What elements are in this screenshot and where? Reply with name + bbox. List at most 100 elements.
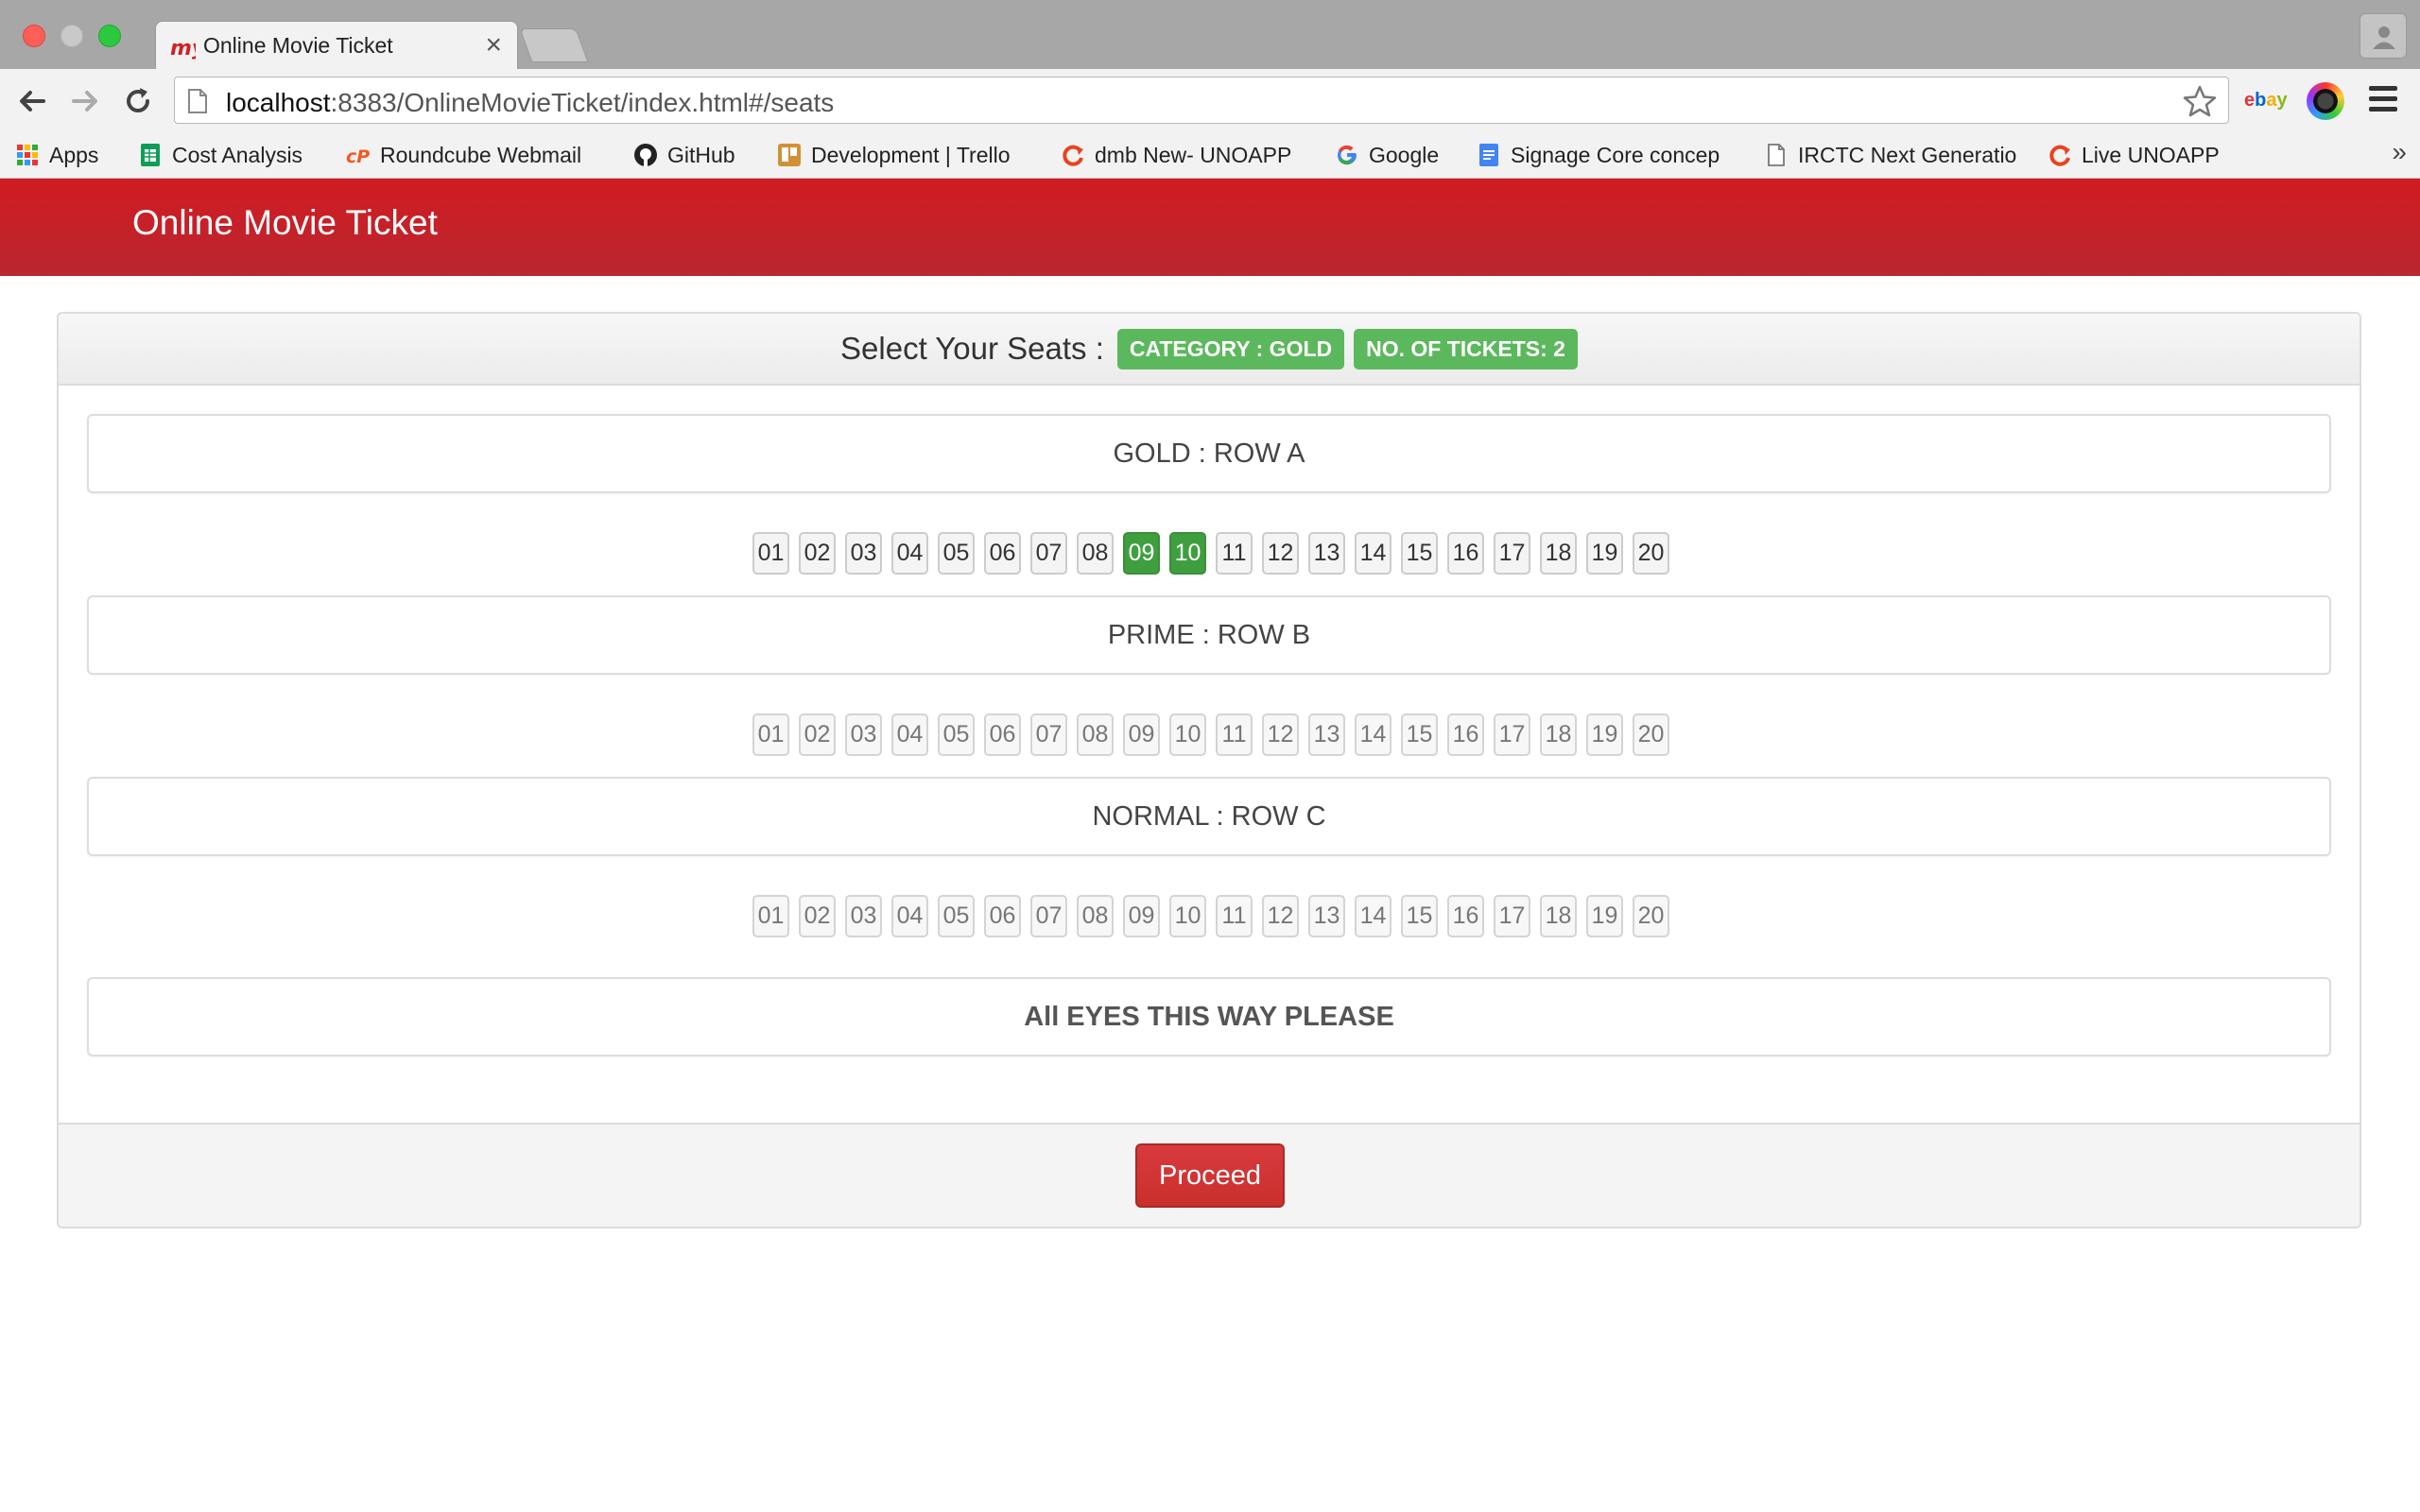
seat-button[interactable]: 17: [1494, 713, 1530, 756]
tab-close-icon[interactable]: ×: [485, 29, 502, 61]
address-bar[interactable]: localhost:8383/OnlineMovieTicket/index.h…: [174, 77, 2229, 124]
tickets-badge: NO. OF TICKETS: 2: [1354, 328, 1578, 369]
seat-button[interactable]: 13: [1308, 713, 1345, 756]
seat-button[interactable]: 08: [1077, 895, 1114, 937]
seat-button[interactable]: 03: [845, 532, 882, 575]
profile-button[interactable]: [2360, 13, 2407, 59]
seat-button[interactable]: 19: [1586, 532, 1623, 575]
seat-button[interactable]: 05: [938, 532, 975, 575]
seat-button[interactable]: 04: [891, 532, 928, 575]
seat-button[interactable]: 11: [1216, 895, 1253, 937]
seat-button[interactable]: 17: [1494, 895, 1530, 937]
url-text: localhost:8383/OnlineMovieTicket/index.h…: [226, 88, 834, 118]
seat-button[interactable]: 02: [799, 532, 836, 575]
seat-button[interactable]: 06: [984, 713, 1021, 756]
browser-tab-active[interactable]: my Online Movie Ticket ×: [155, 21, 518, 70]
seat-row-gold: 01 02 03 04 05 06 07 08 09 10 11 12 13 14 15 16 17 18 19 20: [59, 532, 2360, 575]
url-path: :8383/OnlineMovieTicket/index.html#/seat…: [330, 88, 835, 117]
seat-button[interactable]: 01: [752, 532, 789, 575]
seat-button[interactable]: 01: [752, 713, 789, 756]
seat-button[interactable]: 14: [1355, 532, 1392, 575]
seat-button[interactable]: 16: [1447, 895, 1484, 937]
seat-button[interactable]: 11: [1216, 713, 1253, 756]
seat-button[interactable]: 06: [984, 895, 1021, 937]
color-extension-icon[interactable]: [2307, 82, 2344, 120]
seat-button[interactable]: 12: [1262, 895, 1299, 937]
proceed-button[interactable]: Proceed: [1135, 1143, 1285, 1208]
chrome-menu-icon[interactable]: [2369, 86, 2397, 117]
seat-button[interactable]: 09: [1123, 713, 1160, 756]
bookmark-google[interactable]: Google: [1335, 139, 1439, 171]
seat-button[interactable]: 18: [1540, 532, 1577, 575]
seat-button[interactable]: 14: [1355, 713, 1392, 756]
new-tab-button[interactable]: [519, 28, 589, 62]
reload-icon[interactable]: [119, 82, 157, 120]
bookmark-live-unoapp[interactable]: Live UNOAPP: [2048, 139, 2220, 171]
browser-chrome: my Online Movie Ticket × loca: [0, 0, 2420, 179]
bookmark-cost-analysis[interactable]: Cost Analysis: [138, 139, 302, 171]
seat-button[interactable]: 19: [1586, 895, 1623, 937]
bookmark-dmb-unoapp[interactable]: dmb New- UNOAPP: [1061, 139, 1291, 171]
seat-button[interactable]: 16: [1447, 532, 1484, 575]
seat-button[interactable]: 19: [1586, 713, 1623, 756]
seat-button[interactable]: 20: [1633, 532, 1669, 575]
seat-button[interactable]: 03: [845, 895, 882, 937]
seat-button[interactable]: 12: [1262, 532, 1299, 575]
seat-button[interactable]: 08: [1077, 713, 1114, 756]
bookmark-github[interactable]: GitHub: [633, 139, 735, 171]
seat-button[interactable]: 05: [938, 713, 975, 756]
back-arrow-icon[interactable]: [13, 82, 51, 120]
seat-button[interactable]: 07: [1030, 713, 1067, 756]
row-label-gold: GOLD : ROW A: [87, 414, 2331, 493]
bookmark-roundcube[interactable]: cP Roundcube Webmail: [346, 139, 597, 171]
seat-button[interactable]: 10: [1169, 532, 1206, 575]
seat-button[interactable]: 02: [799, 713, 836, 756]
seat-button[interactable]: 04: [891, 713, 928, 756]
seat-button[interactable]: 15: [1401, 895, 1438, 937]
seat-button[interactable]: 18: [1540, 713, 1577, 756]
seat-button[interactable]: 17: [1494, 532, 1530, 575]
seat-button[interactable]: 07: [1030, 532, 1067, 575]
page-icon: [188, 89, 207, 113]
bookmark-label: GitHub: [667, 142, 735, 167]
seat-button[interactable]: 13: [1308, 895, 1345, 937]
row-label-prime: PRIME : ROW B: [87, 595, 2331, 675]
bookmark-star-icon[interactable]: [2183, 85, 2217, 117]
seat-button[interactable]: 03: [845, 713, 882, 756]
seat-button[interactable]: 15: [1401, 532, 1438, 575]
seat-button[interactable]: 12: [1262, 713, 1299, 756]
seat-button[interactable]: 20: [1633, 895, 1669, 937]
seat-button[interactable]: 07: [1030, 895, 1067, 937]
bookmark-signage-core[interactable]: Signage Core concep: [1477, 139, 1734, 171]
svg-text:my: my: [170, 37, 196, 60]
seat-button[interactable]: 04: [891, 895, 928, 937]
seat-button[interactable]: 09: [1123, 895, 1160, 937]
seat-button[interactable]: 08: [1077, 532, 1114, 575]
page-icon: [1768, 144, 1785, 166]
seat-button[interactable]: 20: [1633, 713, 1669, 756]
bookmark-irctc[interactable]: IRCTC Next Generatio: [1764, 139, 2019, 171]
minimize-window-button[interactable]: [60, 25, 83, 47]
seat-button[interactable]: 06: [984, 532, 1021, 575]
seat-button[interactable]: 09: [1123, 532, 1160, 575]
seat-button[interactable]: 15: [1401, 713, 1438, 756]
forward-arrow-icon[interactable]: [66, 82, 104, 120]
seat-button[interactable]: 13: [1308, 532, 1345, 575]
ebay-extension-icon[interactable]: ebay: [2244, 90, 2288, 112]
seat-button[interactable]: 11: [1216, 532, 1253, 575]
bookmark-trello[interactable]: Development | Trello: [777, 139, 1011, 171]
bookmarks-overflow-button[interactable]: »: [2392, 137, 2407, 167]
seat-button[interactable]: 10: [1169, 895, 1206, 937]
url-host: localhost: [226, 88, 331, 117]
close-window-button[interactable]: [23, 25, 45, 47]
seat-button[interactable]: 05: [938, 895, 975, 937]
seat-button[interactable]: 01: [752, 895, 789, 937]
seat-button[interactable]: 10: [1169, 713, 1206, 756]
seat-button[interactable]: 16: [1447, 713, 1484, 756]
seat-button[interactable]: 02: [799, 895, 836, 937]
seat-button[interactable]: 14: [1355, 895, 1392, 937]
app-title[interactable]: Online Movie Ticket: [132, 203, 438, 243]
seat-button[interactable]: 18: [1540, 895, 1577, 937]
zoom-window-button[interactable]: [98, 25, 121, 47]
bookmark-apps[interactable]: Apps: [15, 139, 98, 171]
